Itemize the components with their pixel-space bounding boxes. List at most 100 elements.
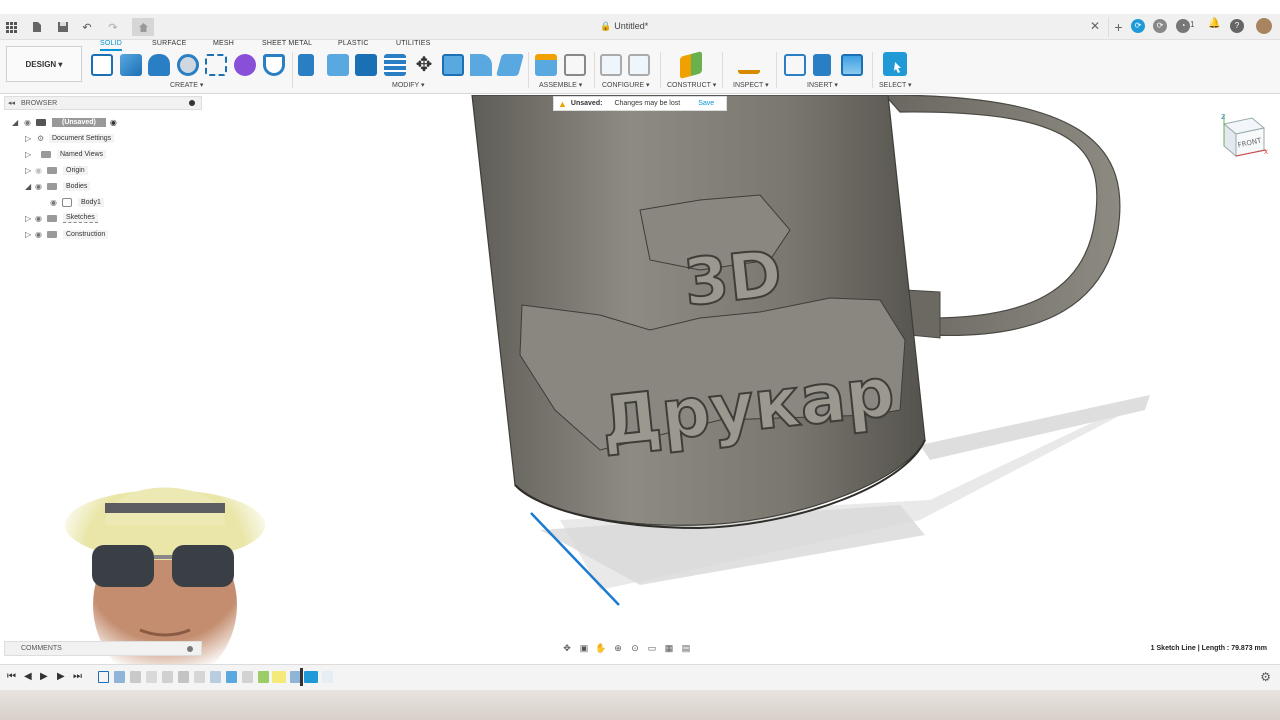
viewcube[interactable]: Z X FRONT [1218, 112, 1268, 160]
settings-icon[interactable]: ⚙ [1260, 670, 1271, 684]
undo-icon[interactable]: ↶ [78, 18, 96, 36]
tree-item-root[interactable]: ◢ ◉ (Unsaved) ◉ [12, 115, 117, 129]
timeline-feature[interactable] [258, 671, 269, 683]
pin-icon[interactable] [187, 646, 193, 652]
job-status-icon[interactable]: ◔ [1176, 19, 1190, 33]
extensions-icon[interactable]: ⟳ [1131, 19, 1145, 33]
timeline-feature[interactable] [114, 671, 125, 683]
timeline-feature[interactable] [162, 671, 173, 683]
configure-param-button[interactable] [628, 54, 650, 76]
create-sketch-button[interactable] [91, 54, 113, 76]
group-construct[interactable]: CONSTRUCT ▾ [667, 81, 716, 89]
help-icon[interactable]: ? [1230, 19, 1244, 33]
timeline-feature[interactable] [98, 671, 109, 683]
move-icon[interactable]: ✥ [413, 54, 435, 76]
step-forward-icon[interactable]: ▶ [57, 671, 65, 682]
collapse-icon[interactable]: ◂◂ [8, 97, 15, 110]
tree-item-body1[interactable]: ◉ Body1 [50, 195, 104, 209]
avatar[interactable] [1256, 18, 1272, 34]
eye-hidden-icon[interactable]: ◉ [35, 166, 47, 175]
pin-icon[interactable] [189, 100, 195, 106]
form-button[interactable] [234, 54, 256, 76]
eye-icon[interactable]: ◉ [35, 182, 47, 191]
expand-arrow-icon[interactable]: ▷ [25, 166, 35, 175]
group-configure[interactable]: CONFIGURE ▾ [602, 81, 649, 89]
play-icon[interactable]: ▶ [40, 671, 48, 682]
redo-icon[interactable]: ↷ [104, 18, 122, 36]
tab-plastic[interactable]: PLASTIC [338, 40, 369, 47]
measure-button[interactable] [738, 60, 760, 74]
look-at-icon[interactable]: ▣ [577, 642, 591, 654]
configure-table-button[interactable] [600, 54, 622, 76]
home-icon[interactable] [132, 18, 154, 36]
tree-item-bodies[interactable]: ◢ ◉ Bodies [25, 179, 91, 193]
zoom-icon[interactable]: ⊕ [611, 642, 625, 654]
browser-header[interactable]: ◂◂ BROWSER [4, 96, 202, 110]
combine-button[interactable] [470, 54, 492, 76]
timeline-feature[interactable] [242, 671, 253, 683]
viewports-icon[interactable]: ▤ [679, 642, 693, 654]
insert-derive-button[interactable] [784, 54, 806, 76]
save-icon[interactable] [54, 18, 72, 36]
tab-mesh[interactable]: MESH [213, 40, 234, 47]
eye-icon[interactable]: ◉ [35, 230, 47, 239]
expand-arrow-icon[interactable]: ◢ [25, 182, 35, 191]
timeline-feature[interactable] [178, 671, 189, 683]
scale-button[interactable] [442, 54, 464, 76]
timeline-feature[interactable] [210, 671, 221, 683]
timeline-feature-selected[interactable] [304, 671, 318, 683]
timeline-feature[interactable] [146, 671, 157, 683]
group-inspect[interactable]: INSPECT ▾ [733, 81, 769, 89]
new-component-button[interactable] [535, 54, 557, 76]
eye-icon[interactable]: ◉ [50, 198, 62, 207]
workspace-switcher[interactable]: DESIGN ▾ [6, 46, 82, 82]
joint-button[interactable] [564, 54, 586, 76]
timeline-feature[interactable] [226, 671, 237, 683]
shell-button[interactable] [384, 54, 406, 76]
eye-icon[interactable]: ◉ [24, 118, 36, 127]
tab-sheet-metal[interactable]: SHEET METAL [262, 40, 312, 47]
timeline-marker[interactable] [300, 668, 303, 686]
pan-hand-icon[interactable]: ✋ [594, 642, 608, 654]
grid-icon[interactable] [2, 18, 20, 36]
go-to-start-icon[interactable]: ⏮ [7, 671, 16, 682]
group-insert[interactable]: INSERT ▾ [807, 81, 838, 89]
expand-arrow-icon[interactable]: ◢ [12, 118, 22, 127]
insert-mesh-button[interactable] [813, 54, 831, 76]
tree-item-construction[interactable]: ▷ ◉ Construction [25, 227, 109, 241]
pattern-button[interactable] [205, 54, 227, 76]
split-button[interactable] [496, 54, 524, 76]
tree-item-sketches[interactable]: ▷ ◉ Sketches [25, 211, 98, 225]
expand-arrow-icon[interactable]: ▷ [25, 134, 35, 143]
save-link[interactable]: Save [698, 100, 714, 107]
comments-panel[interactable]: COMMENTS [4, 641, 202, 656]
timeline-feature[interactable] [194, 671, 205, 683]
expand-arrow-icon[interactable]: ▷ [25, 230, 35, 239]
orbit-icon[interactable]: ✥ [560, 642, 574, 654]
chamfer-button[interactable] [355, 54, 377, 76]
extrude-button[interactable] [120, 54, 142, 76]
group-select[interactable]: SELECT ▾ [879, 81, 912, 89]
active-radio-icon[interactable]: ◉ [110, 118, 117, 127]
offset-plane-button[interactable] [680, 51, 702, 79]
tab-utilities[interactable]: UTILITIES [396, 40, 430, 47]
insert-canvas-button[interactable] [841, 54, 863, 76]
display-settings-icon[interactable]: ▭ [645, 642, 659, 654]
grid-settings-icon[interactable]: ▦ [662, 642, 676, 654]
select-button[interactable] [883, 52, 907, 76]
tab-solid[interactable]: SOLID [100, 40, 123, 51]
file-icon[interactable] [28, 18, 46, 36]
fillet-button[interactable] [327, 54, 349, 76]
expand-arrow-icon[interactable]: ▷ [25, 150, 35, 159]
hole-button[interactable] [177, 54, 199, 76]
timeline-feature[interactable] [322, 671, 333, 683]
tree-item-document-settings[interactable]: ▷ ⚙ Document Settings [25, 131, 115, 145]
online-status-icon[interactable]: ⟳ [1153, 19, 1167, 33]
bell-icon[interactable]: 🔔 [1208, 18, 1220, 29]
step-back-icon[interactable]: ◀ [24, 671, 32, 682]
tab-surface[interactable]: SURFACE [152, 40, 186, 47]
tree-item-named-views[interactable]: ▷ Named Views [25, 147, 107, 161]
go-to-end-icon[interactable]: ⏭ [73, 671, 82, 682]
revolve-button[interactable] [148, 54, 170, 76]
tree-item-origin[interactable]: ▷ ◉ Origin [25, 163, 88, 177]
